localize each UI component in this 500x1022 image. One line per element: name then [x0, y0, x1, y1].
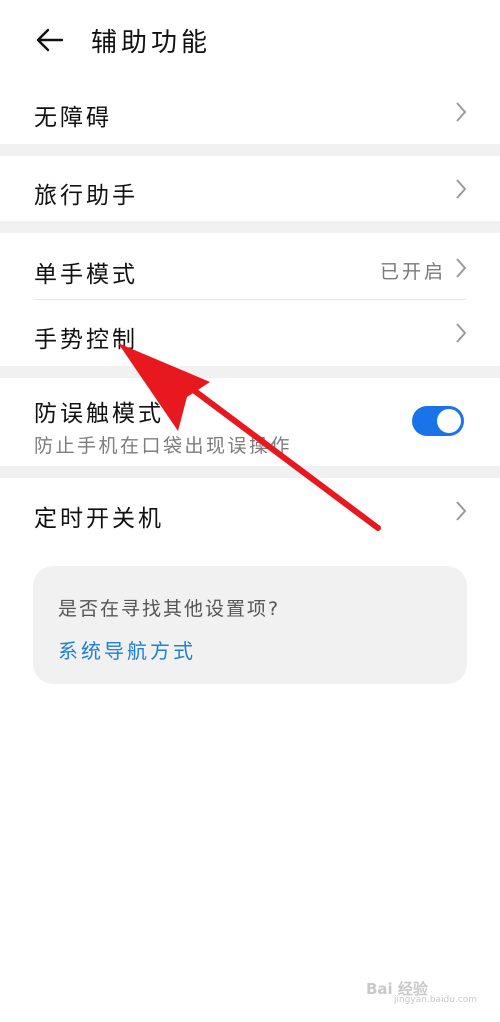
- chevron-right-icon: [456, 323, 467, 343]
- settings-item-label: 旅行助手: [34, 183, 138, 209]
- mistouch-toggle[interactable]: [412, 406, 464, 436]
- chevron-right-icon: [456, 179, 467, 199]
- settings-item-mistouch-prevention: 防误触模式 防止手机在口袋出现误操作: [0, 378, 500, 466]
- back-arrow-icon: [36, 28, 64, 52]
- settings-item-scheduled-power[interactable]: 定时开关机: [0, 478, 500, 544]
- settings-item-accessibility[interactable]: 无障碍: [0, 80, 500, 144]
- chevron-right-icon: [456, 501, 467, 521]
- system-navigation-link[interactable]: 系统导航方式: [58, 635, 196, 664]
- settings-item-label: 定时开关机: [34, 506, 164, 532]
- settings-item-one-hand-mode[interactable]: 单手模式 已开启: [0, 233, 500, 299]
- settings-item-label: 无障碍: [34, 105, 112, 131]
- suggestion-question: 是否在寻找其他设置项?: [58, 598, 281, 620]
- suggestion-card: 是否在寻找其他设置项? 系统导航方式: [33, 566, 467, 684]
- settings-item-label: 防误触模式: [34, 401, 164, 427]
- page-title: 辅助功能: [91, 28, 212, 58]
- settings-item-label: 手势控制: [34, 327, 138, 353]
- settings-item-gesture-control[interactable]: 手势控制: [0, 300, 500, 366]
- section-divider: [0, 221, 500, 233]
- back-button[interactable]: [30, 20, 70, 60]
- section-divider: [0, 466, 500, 478]
- baidu-jingyan-watermark: Bai 经验 jingyan.baidu.com: [366, 968, 478, 1008]
- settings-item-label: 单手模式: [34, 262, 138, 288]
- chevron-right-icon: [456, 258, 467, 278]
- section-divider: [0, 144, 500, 156]
- settings-item-description: 防止手机在口袋出现误操作: [34, 435, 293, 457]
- watermark-url: jingyan.baidu.com: [394, 995, 478, 1005]
- toggle-knob: [437, 409, 461, 433]
- settings-page: 辅助功能 无障碍 旅行助手 单手模式 已开启 手势控制 防误触模式 防止手机在口…: [0, 0, 500, 1022]
- settings-item-travel-assistant[interactable]: 旅行助手: [0, 156, 500, 220]
- header: 辅助功能: [0, 0, 500, 80]
- section-divider: [0, 366, 500, 378]
- settings-item-value: 已开启: [379, 261, 446, 283]
- chevron-right-icon: [456, 102, 467, 122]
